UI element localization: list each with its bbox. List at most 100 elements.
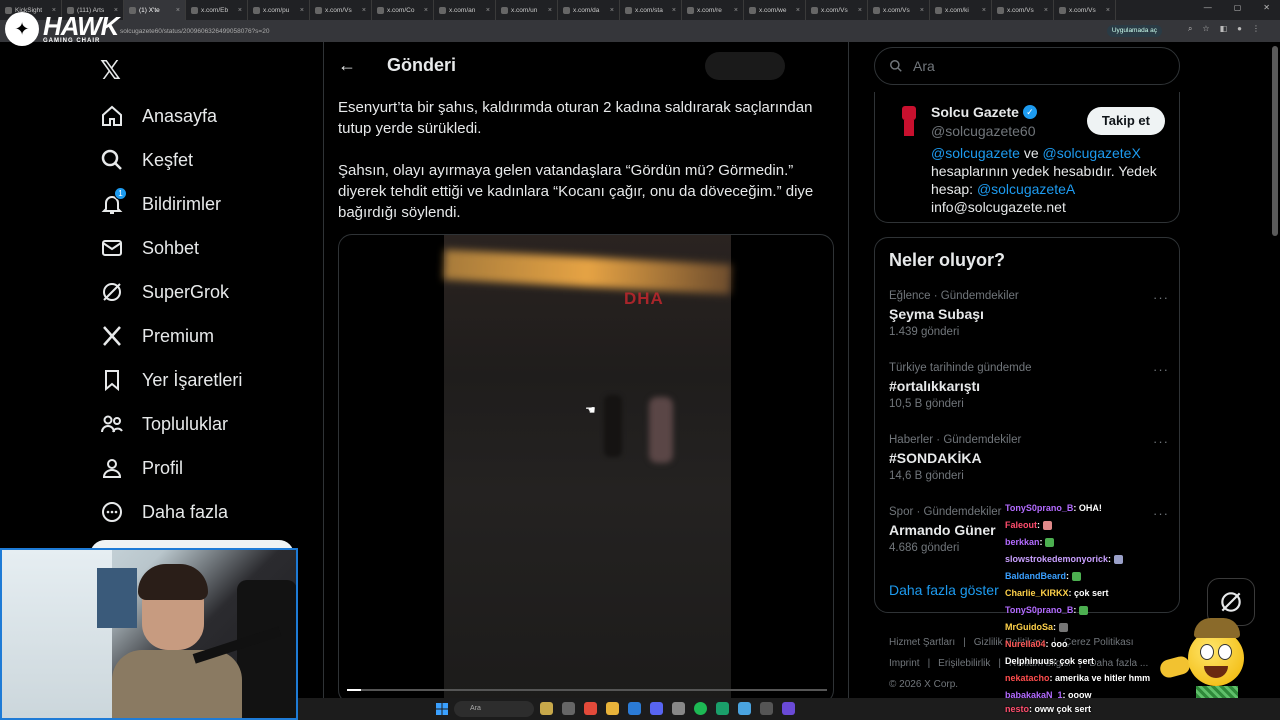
app4-icon[interactable] [760,702,773,715]
browser-tab[interactable]: x.com/Vs × [1054,0,1116,20]
trend-name[interactable]: #ortalıkkarıştı [889,378,1169,394]
app-icon[interactable] [672,702,685,715]
follow-button[interactable]: Takip et [1086,107,1165,135]
app2-icon[interactable] [716,702,729,715]
sidebar-item-people[interactable]: Topluluklar [100,402,242,446]
app5-icon[interactable] [782,702,795,715]
x-logo-icon[interactable]: 𝕏 [100,55,121,86]
show-more-link[interactable]: Daha fazla göster [889,582,999,598]
menu-icon[interactable]: ⋮ [1252,24,1260,34]
task-view-icon[interactable] [562,702,575,715]
close-icon[interactable]: ✕ [1263,3,1270,12]
zoom-icon[interactable]: ⌕ [1188,24,1192,34]
browser-tab[interactable]: x.com/Co × [372,0,434,20]
avatar[interactable] [897,104,921,138]
chrome-icon[interactable] [584,702,597,715]
browser-tab[interactable]: x.com/Vs × [868,0,930,20]
spotify-icon[interactable] [694,702,707,715]
tab-close-icon[interactable]: × [982,7,986,14]
browser-tab[interactable]: x.com/ki × [930,0,992,20]
star-icon[interactable]: ☆ [1202,24,1209,34]
account-handle[interactable]: @solcugazete60 [931,123,1036,139]
trend-item[interactable]: Haberler · Gündemdekiler #SONDAKİKA 14,6 B… [889,434,1169,482]
sidebar-item-grok[interactable]: SuperGrok [100,270,242,314]
more-options-icon[interactable]: ··· [1153,362,1169,377]
tab-close-icon[interactable]: × [672,7,676,14]
sidebar-item-bell[interactable]: 1 Bildirimler [100,182,242,226]
footer-link[interactable]: Hizmet Şartları [889,637,955,648]
account-name-row[interactable]: Solcu Gazete ✓ [931,104,1037,120]
tab-close-icon[interactable]: × [1106,7,1110,14]
sidebar-item-person[interactable]: Profil [100,446,242,490]
browser-tab[interactable]: x.com/Vs × [992,0,1054,20]
page-title: Gönderi [387,55,457,75]
page-scrollbar[interactable] [1272,46,1278,236]
video-frame[interactable]: DHA [443,235,732,703]
browser-tab[interactable]: x.com/sta × [620,0,682,20]
chat-message: TonyS0prano_B: [1005,602,1175,619]
tab-close-icon[interactable]: × [796,7,800,14]
chat-username: Faleout [1005,520,1038,530]
sidebar-item-search[interactable]: Keşfet [100,138,242,182]
tab-close-icon[interactable]: × [1044,7,1048,14]
more-options-icon[interactable]: ··· [1153,434,1169,449]
widgets-icon[interactable] [540,702,553,715]
bio-link-3[interactable]: @solcugazeteA [977,181,1075,197]
browser-tab[interactable]: x.com/an × [434,0,496,20]
trend-name[interactable]: Şeyma Subaşı [889,306,1169,322]
tab-close-icon[interactable]: × [486,7,490,14]
tab-close-icon[interactable]: × [858,7,862,14]
app3-icon[interactable] [738,702,751,715]
browser-tab[interactable]: x.com/Eb × [186,0,248,20]
trend-item[interactable]: Türkiye tarihinde gündemde #ortalıkkarışt… [889,362,1169,410]
browser-tab[interactable]: x.com/un × [496,0,558,20]
sidebar-item-home[interactable]: Anasayfa [100,94,242,138]
tab-close-icon[interactable]: × [424,7,428,14]
sidebar-item-mail[interactable]: Sohbet [100,226,242,270]
footer-link[interactable]: Imprint [889,658,920,669]
trend-name[interactable]: #SONDAKİKA [889,450,1169,466]
sidebar-item-x-logo[interactable]: Premium [100,314,242,358]
open-in-app-button[interactable]: Uygulamada aç [1106,25,1162,37]
tab-close-icon[interactable]: × [300,7,304,14]
sidebar-item-more-circle[interactable]: Daha fazla [100,490,242,534]
edge-icon[interactable] [628,702,641,715]
bio-link-2[interactable]: @solcugazeteX [1043,145,1141,161]
browser-tab[interactable]: x.com/re × [682,0,744,20]
minimize-icon[interactable]: — [1204,3,1212,12]
video-progress-bar[interactable] [347,689,827,691]
browser-tab[interactable]: x.com/pu × [248,0,310,20]
tab-close-icon[interactable]: × [610,7,614,14]
browser-tab[interactable]: x.com/Vs × [310,0,372,20]
tab-close-icon[interactable]: × [548,7,552,14]
profile-icon[interactable]: ● [1237,24,1242,34]
search-box[interactable]: Ara [874,47,1180,85]
url-text[interactable]: solcugazete60/status/2009606326499058076… [120,28,269,35]
tab-close-icon[interactable]: × [176,7,180,14]
bio-link-1[interactable]: @solcugazete [931,145,1020,161]
discord-icon[interactable] [650,702,663,715]
file-explorer-icon[interactable] [606,702,619,715]
browser-tab[interactable]: (1) X'te × [124,0,186,20]
taskbar-search[interactable]: Ara [454,701,534,717]
account-name[interactable]: Solcu Gazete [931,104,1019,120]
windows-start-icon[interactable] [436,703,448,715]
tab-close-icon[interactable]: × [920,7,924,14]
maximize-icon[interactable]: ▢ [1234,3,1242,12]
tab-close-icon[interactable]: × [362,7,366,14]
browser-tab[interactable]: x.com/da × [558,0,620,20]
trend-item[interactable]: Eğlence · Gündemdekiler Şeyma Subaşı 1.439… [889,290,1169,338]
tab-close-icon[interactable]: × [238,7,242,14]
address-bar[interactable]: solcugazete60/status/2009606326499058076… [0,20,1280,42]
more-options-icon[interactable]: ··· [1153,290,1169,305]
tab-close-icon[interactable]: × [734,7,738,14]
browser-tab[interactable]: x.com/we × [744,0,806,20]
browser-tab[interactable]: x.com/Vs × [806,0,868,20]
search-placeholder[interactable]: Ara [913,58,935,74]
extensions-icon[interactable]: ◧ [1220,24,1228,34]
sidebar-item-bookmark[interactable]: Yer İşaretleri [100,358,242,402]
back-arrow-icon[interactable]: ← [338,55,356,76]
footer-link[interactable]: Erişilebilirlik [938,658,990,669]
chat-message: Delphinuus: çok sert [1005,653,1175,670]
post-video[interactable]: DHA [338,234,834,704]
